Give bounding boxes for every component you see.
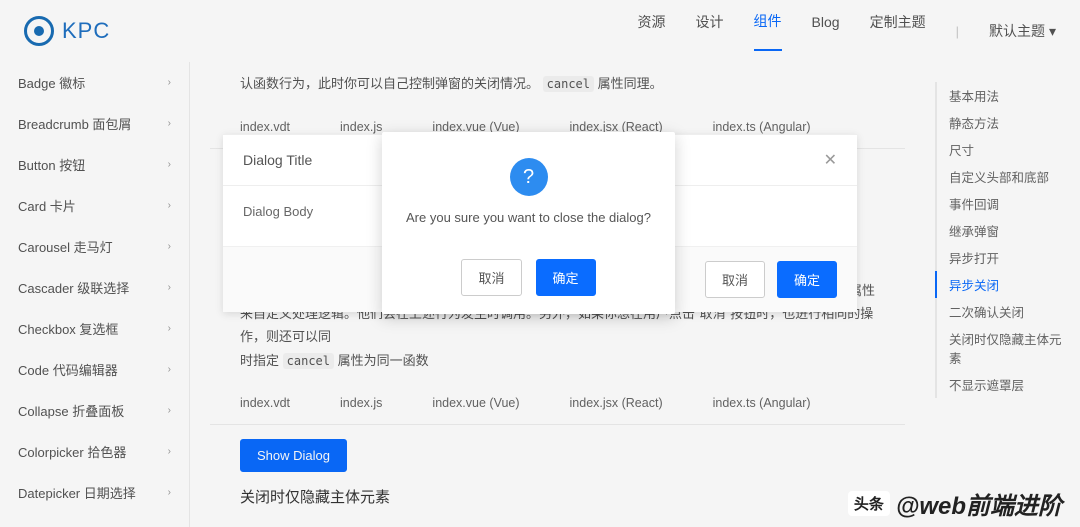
confirm-text: Are you sure you want to close the dialo… [402,210,655,225]
confirm-footer: 取消 确定 [382,245,675,314]
cancel-button[interactable]: 取消 [705,261,765,298]
confirm-body: ? Are you sure you want to close the dia… [382,132,675,245]
ok-button[interactable]: 确定 [777,261,837,298]
watermark-tag: 头条 [848,491,890,516]
question-icon: ? [510,158,548,196]
watermark: 头条 @web前端进阶 [848,486,1062,521]
confirm-dialog: ? Are you sure you want to close the dia… [382,132,675,314]
confirm-cancel-button[interactable]: 取消 [461,259,521,296]
confirm-ok-button[interactable]: 确定 [536,259,596,296]
close-icon[interactable]: ✕ [824,150,837,170]
watermark-handle: @web前端进阶 [896,486,1062,521]
dialog-title: Dialog Title [243,152,312,168]
